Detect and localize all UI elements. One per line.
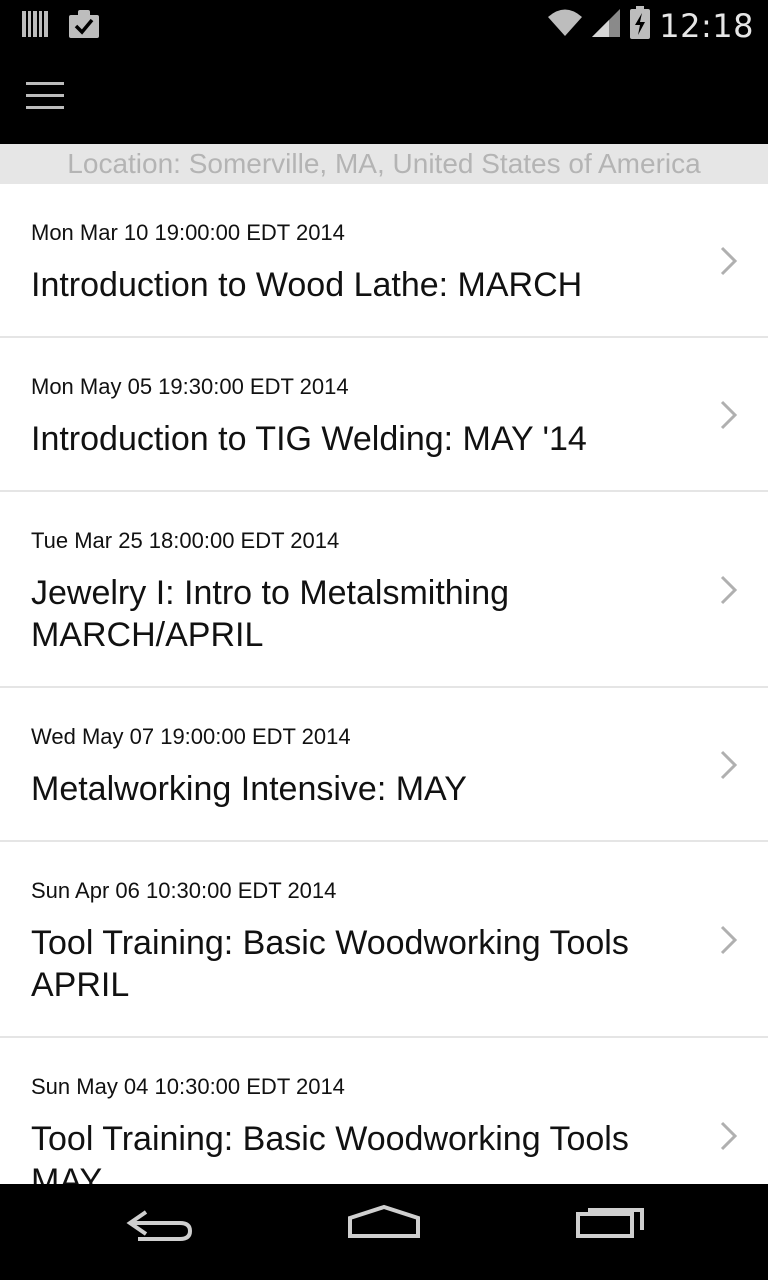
back-icon[interactable] <box>124 1202 196 1267</box>
event-list-item[interactable]: Sun Apr 06 10:30:00 EDT 2014 Tool Traini… <box>0 842 768 1038</box>
chevron-right-icon <box>718 1121 740 1151</box>
event-list: Mon Mar 10 19:00:00 EDT 2014 Introductio… <box>0 184 768 1184</box>
barcode-icon <box>22 9 48 44</box>
event-list-item[interactable]: Wed May 07 19:00:00 EDT 2014 Metalworkin… <box>0 688 768 842</box>
chevron-right-icon <box>718 246 740 276</box>
event-date: Wed May 07 19:00:00 EDT 2014 <box>31 724 351 749</box>
event-title: Tool Training: Basic Woodworking Tools A… <box>31 924 629 1004</box>
event-title: Introduction to TIG Welding: MAY '14 <box>31 420 587 458</box>
status-bar: 12:18 <box>0 0 768 50</box>
action-bar <box>0 50 768 144</box>
chevron-right-icon <box>718 575 740 605</box>
event-list-item[interactable]: Mon May 05 19:30:00 EDT 2014 Introductio… <box>0 338 768 492</box>
event-list-item[interactable]: Mon Mar 10 19:00:00 EDT 2014 Introductio… <box>0 184 768 338</box>
event-date: Sun May 04 10:30:00 EDT 2014 <box>31 1074 345 1099</box>
chevron-right-icon <box>718 925 740 955</box>
event-date: Mon May 05 19:30:00 EDT 2014 <box>31 374 349 399</box>
event-date: Tue Mar 25 18:00:00 EDT 2014 <box>31 528 340 553</box>
hamburger-menu-icon[interactable] <box>26 80 66 114</box>
chevron-right-icon <box>718 750 740 780</box>
wifi-icon <box>547 8 583 43</box>
location-label: Location: Somerville, MA, United States … <box>0 144 768 184</box>
event-list-item[interactable]: Sun May 04 10:30:00 EDT 2014 Tool Traini… <box>0 1038 768 1184</box>
signal-icon <box>591 8 621 43</box>
event-date: Sun Apr 06 10:30:00 EDT 2014 <box>31 878 337 903</box>
event-list-item[interactable]: Tue Mar 25 18:00:00 EDT 2014 Jewelry I: … <box>0 492 768 688</box>
event-title: Tool Training: Basic Woodworking Tools M… <box>31 1120 629 1184</box>
battery-charging-icon <box>629 6 651 45</box>
event-title: Introduction to Wood Lathe: MARCH <box>31 266 583 304</box>
event-date: Mon Mar 10 19:00:00 EDT 2014 <box>31 220 345 245</box>
chevron-right-icon <box>718 400 740 430</box>
navigation-bar <box>0 1184 768 1280</box>
clock: 12:18 <box>659 6 754 45</box>
event-title: Jewelry I: Intro to Metalsmithing MARCH/… <box>31 574 510 654</box>
clipboard-check-icon <box>68 9 100 44</box>
event-title: Metalworking Intensive: MAY <box>31 770 467 808</box>
recent-apps-icon[interactable] <box>574 1202 646 1267</box>
home-icon[interactable] <box>346 1202 422 1267</box>
